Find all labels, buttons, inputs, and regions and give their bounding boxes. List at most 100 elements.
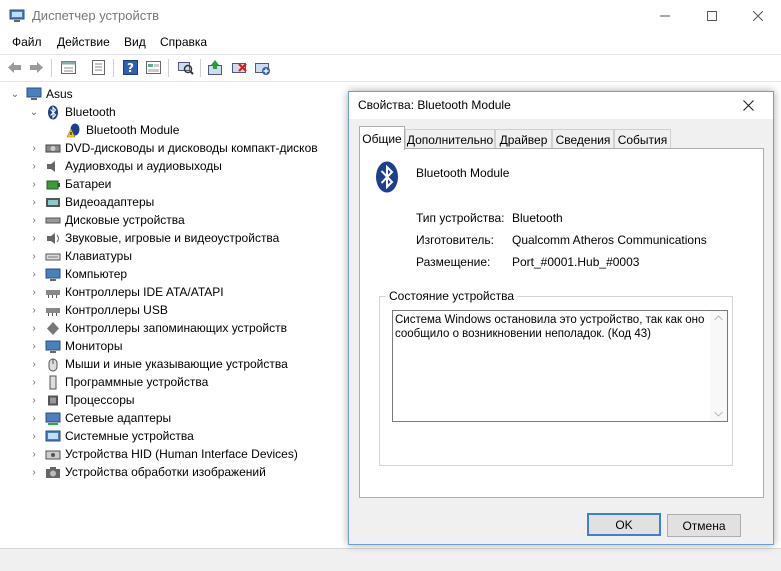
device-tree: ⌄ Asus ⌄ Bluetooth Bluetooth Module › DVD… xyxy=(0,83,345,543)
tree-category[interactable]: › Видеоадаптеры xyxy=(29,193,154,211)
battery-icon xyxy=(46,180,60,189)
ok-button[interactable]: OK xyxy=(587,513,661,536)
dialog-close-button[interactable] xyxy=(723,92,773,119)
tree-root[interactable]: ⌄ Asus xyxy=(10,85,73,103)
dialog-titlebar: Свойства: Bluetooth Module xyxy=(349,92,773,119)
tree-category[interactable]: › Контроллеры USB xyxy=(29,301,168,319)
close-icon xyxy=(753,11,763,21)
chevron-right-icon[interactable]: › xyxy=(29,269,39,280)
close-icon xyxy=(742,100,754,111)
status-bar xyxy=(0,548,781,571)
tab-details[interactable]: Сведения xyxy=(552,129,614,149)
tree-category[interactable]: › Батареи xyxy=(29,175,111,193)
chevron-right-icon[interactable]: › xyxy=(29,395,39,406)
warning-bluetooth-icon xyxy=(66,123,80,137)
chevron-right-icon[interactable]: › xyxy=(29,449,39,460)
device-type-label: Тип устройства: xyxy=(416,211,505,225)
minimize-icon xyxy=(660,15,670,17)
chevron-down-icon[interactable] xyxy=(714,411,723,417)
chevron-right-icon[interactable]: › xyxy=(29,431,39,442)
tree-category[interactable]: › Устройства обработки изображений xyxy=(29,463,265,481)
tree-category[interactable]: › Компьютер xyxy=(29,265,127,283)
device-status-textbox[interactable]: Система Windows остановила это устройств… xyxy=(392,310,728,422)
tree-root-label: Asus xyxy=(46,87,73,101)
help-icon[interactable]: ? xyxy=(122,59,139,76)
disable-icon[interactable] xyxy=(231,59,248,76)
tree-category[interactable]: › DVD-дисководы и дисководы компакт-диско… xyxy=(29,139,317,157)
forward-icon[interactable] xyxy=(28,59,45,76)
chevron-right-icon[interactable]: › xyxy=(29,287,39,298)
chevron-right-icon[interactable]: › xyxy=(29,467,39,478)
menu-action[interactable]: Действие xyxy=(57,35,110,49)
minimize-button[interactable] xyxy=(642,0,688,32)
chevron-right-icon[interactable]: › xyxy=(29,179,39,190)
tab-panel-general: Bluetooth Module Тип устройства: Bluetoo… xyxy=(359,148,764,498)
uninstall-icon[interactable] xyxy=(254,59,271,76)
properties-icon[interactable] xyxy=(60,59,77,76)
properties-dialog: Свойства: Bluetooth Module Общие Дополни… xyxy=(348,91,774,545)
tree-category[interactable]: › Устройства HID (Human Interface Devices… xyxy=(29,445,298,463)
tree-category[interactable]: › Клавиатуры xyxy=(29,247,132,265)
hid-icon xyxy=(45,450,61,459)
chevron-right-icon[interactable]: › xyxy=(29,251,39,262)
scan-icon[interactable] xyxy=(177,59,194,76)
dialog-title: Свойства: Bluetooth Module xyxy=(358,98,511,112)
view-icon[interactable] xyxy=(145,59,162,76)
update-driver-icon[interactable] xyxy=(207,59,224,76)
chevron-down-icon[interactable]: ⌄ xyxy=(10,89,20,100)
speaker-icon xyxy=(47,160,55,172)
tree-category[interactable]: › Мыши и иные указывающие устройства xyxy=(29,355,288,373)
chevron-right-icon[interactable]: › xyxy=(29,215,39,226)
show-hidden-icon[interactable] xyxy=(90,59,107,76)
menu-view[interactable]: Вид xyxy=(124,35,146,49)
ide-controller-icon xyxy=(46,289,60,298)
chevron-right-icon[interactable]: › xyxy=(29,197,39,208)
device-manager-icon xyxy=(9,9,25,22)
tree-category[interactable]: › Звуковые, игровые и видеоустройства xyxy=(29,229,279,247)
device-type-value: Bluetooth xyxy=(512,211,563,225)
tree-category[interactable]: › Сетевые адаптеры xyxy=(29,409,171,427)
tree-category[interactable]: › Дисковые устройства xyxy=(29,211,184,229)
dvd-drive-icon xyxy=(45,144,61,152)
chevron-right-icon[interactable]: › xyxy=(29,359,39,370)
tree-category[interactable]: › Контроллеры запоминающих устройств xyxy=(29,319,287,337)
cancel-button[interactable]: Отмена xyxy=(667,514,741,537)
tab-events[interactable]: События xyxy=(614,129,671,149)
tree-category[interactable]: › Аудиовходы и аудиовыходы xyxy=(29,157,222,175)
tree-category[interactable]: › Программные устройства xyxy=(29,373,208,391)
monitor-icon xyxy=(45,340,61,353)
tab-advanced[interactable]: Дополнительно xyxy=(405,129,495,149)
menu-help[interactable]: Справка xyxy=(160,35,207,49)
tree-category[interactable]: › Процессоры xyxy=(29,391,134,409)
bluetooth-icon xyxy=(376,161,398,193)
disk-drive-icon xyxy=(45,217,61,223)
tab-driver[interactable]: Драйвер xyxy=(495,129,552,149)
chevron-right-icon[interactable]: › xyxy=(29,233,39,244)
device-status-title: Состояние устройства xyxy=(386,289,518,303)
status-scrollbar[interactable] xyxy=(710,311,727,421)
close-button[interactable] xyxy=(735,0,781,32)
chevron-right-icon[interactable]: › xyxy=(29,305,39,316)
chevron-down-icon[interactable]: ⌄ xyxy=(29,107,39,118)
tree-category[interactable]: › Системные устройства xyxy=(29,427,193,445)
manufacturer-value: Qualcomm Atheros Communications xyxy=(512,233,707,247)
tree-category-bluetooth[interactable]: ⌄ Bluetooth xyxy=(29,103,116,121)
back-icon[interactable] xyxy=(6,59,23,76)
maximize-button[interactable] xyxy=(689,0,735,32)
chevron-right-icon[interactable]: › xyxy=(29,323,39,334)
chevron-right-icon[interactable]: › xyxy=(29,143,39,154)
computer-icon xyxy=(45,268,61,281)
svg-text:?: ? xyxy=(127,61,134,75)
chevron-right-icon[interactable]: › xyxy=(29,377,39,388)
tree-category[interactable]: › Мониторы xyxy=(29,337,122,355)
tab-general[interactable]: Общие xyxy=(359,126,405,150)
sound-icon xyxy=(47,232,59,244)
tree-category[interactable]: › Контроллеры IDE ATA/ATAPI xyxy=(29,283,223,301)
chevron-right-icon[interactable]: › xyxy=(29,161,39,172)
tree-category-label: Bluetooth xyxy=(65,105,116,119)
tree-device-bluetooth-module[interactable]: Bluetooth Module xyxy=(66,121,179,139)
chevron-right-icon[interactable]: › xyxy=(29,341,39,352)
chevron-up-icon[interactable] xyxy=(714,315,723,321)
menu-file[interactable]: Файл xyxy=(12,35,42,49)
chevron-right-icon[interactable]: › xyxy=(29,413,39,424)
